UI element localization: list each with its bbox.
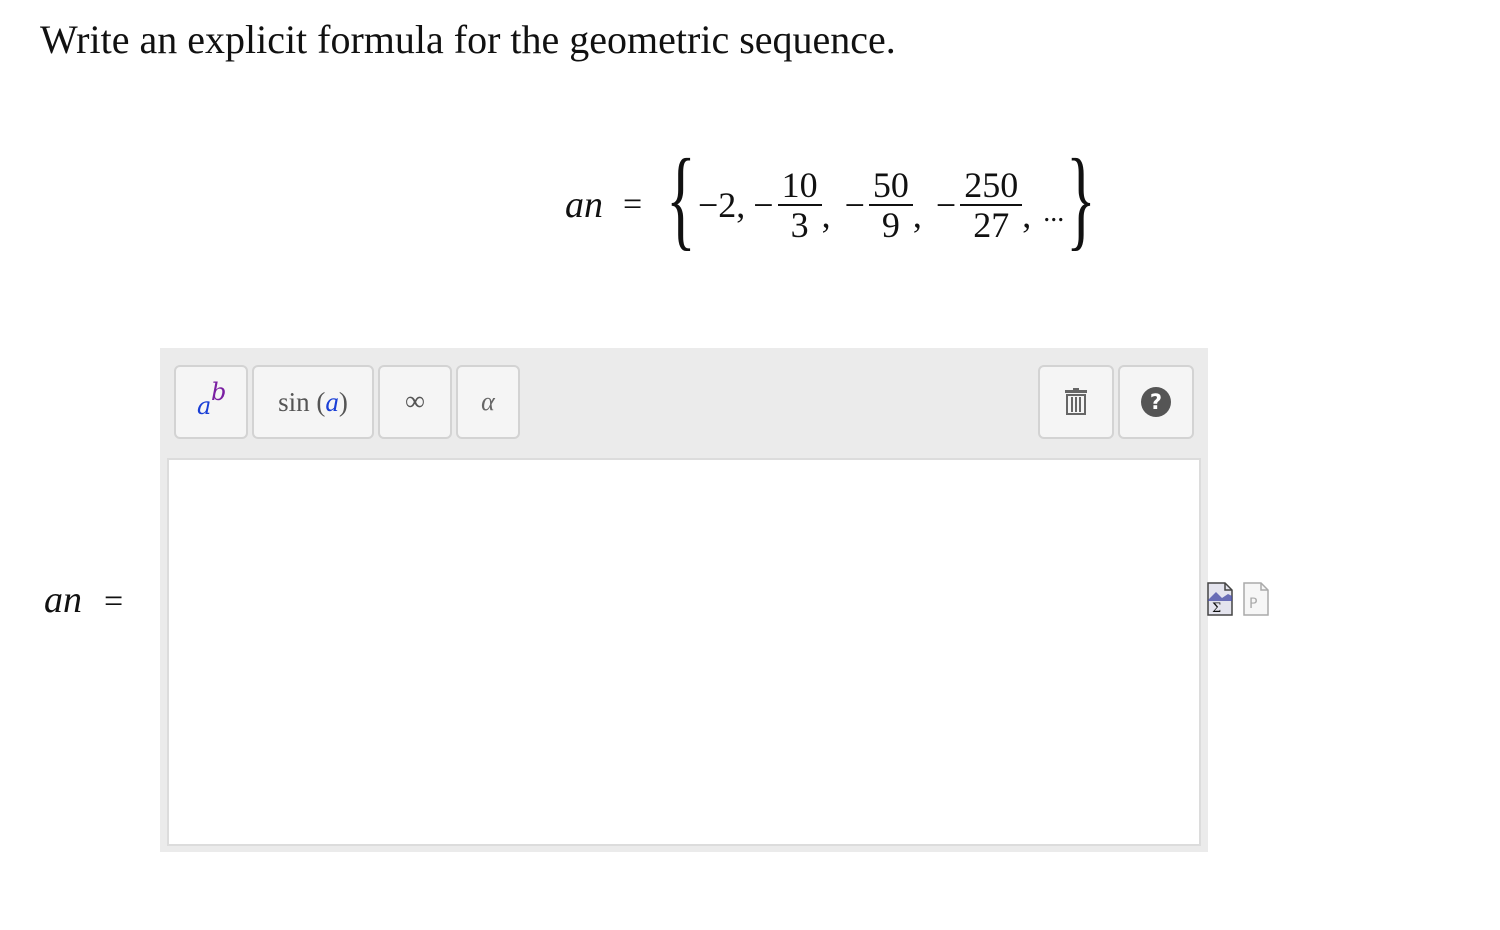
denominator: 3 [777,204,822,244]
help-icon: ? [1141,387,1171,417]
open-brace: { [666,137,696,261]
term-separator: , [821,195,831,235]
power-exponent: b [211,378,227,406]
first-term: −2, [697,185,746,225]
side-icons: Σ P [1207,582,1269,616]
question-text: Write an explicit formula for the geomet… [40,17,896,62]
equation-editor-icon[interactable]: Σ [1207,582,1233,616]
help-button[interactable]: ? [1118,365,1194,439]
trash-icon [1065,388,1087,415]
svg-text:P: P [1249,596,1257,612]
infinity-button[interactable]: ∞ [378,365,452,439]
close-brace: } [1066,137,1096,261]
numerator: 250 [964,165,1019,205]
sequence-term-4: − 250 27 , [928,166,1037,244]
fraction: 250 27 [960,165,1023,244]
answer-equals: = [104,583,124,620]
sequence-term-2: − 10 3 , [745,166,836,244]
answer-input[interactable] [167,458,1201,846]
fraction: 10 3 [777,165,822,244]
sin-func: sin [278,386,310,417]
sequence-term-3: − 50 9 , [837,166,928,244]
svg-text:Σ: Σ [1212,601,1221,616]
sequence-equals: = [623,186,643,223]
preview-icon[interactable]: P [1243,582,1269,616]
term-sign: − [844,185,865,225]
sin-label: sin (a) [278,387,348,418]
ellipsis: ... [1043,197,1065,228]
sin-close-paren: ) [338,386,348,417]
answer-variable: an [44,579,82,621]
sin-arg: a [325,386,339,417]
answer-label: an = [44,578,123,622]
infinity-symbol: ∞ [405,386,425,417]
fraction: 50 9 [868,165,913,244]
sequence-variable: an [565,184,603,226]
alpha-button[interactable]: α [456,365,520,439]
alpha-symbol: α [481,387,495,416]
numerator: 10 [781,165,818,205]
sequence-display: an = { −2, − 10 3 , − 50 9 , − 250 27 , … [565,143,1098,260]
clear-button[interactable] [1038,365,1114,439]
denominator: 9 [868,204,913,244]
term-sign: − [753,185,774,225]
math-editor: a b sin (a) ∞ α ? [160,348,1208,852]
sin-function-button[interactable]: sin (a) [252,365,374,439]
sequence-term-1: −2, [698,184,745,226]
term-separator: , [1022,195,1032,235]
numerator: 50 [872,165,909,205]
superscript-icon: a b [191,378,231,422]
denominator: 27 [960,204,1023,244]
term-separator: , [912,195,922,235]
superscript-button[interactable]: a b [174,365,248,439]
power-base: a [197,392,212,420]
term-sign: − [935,185,957,225]
